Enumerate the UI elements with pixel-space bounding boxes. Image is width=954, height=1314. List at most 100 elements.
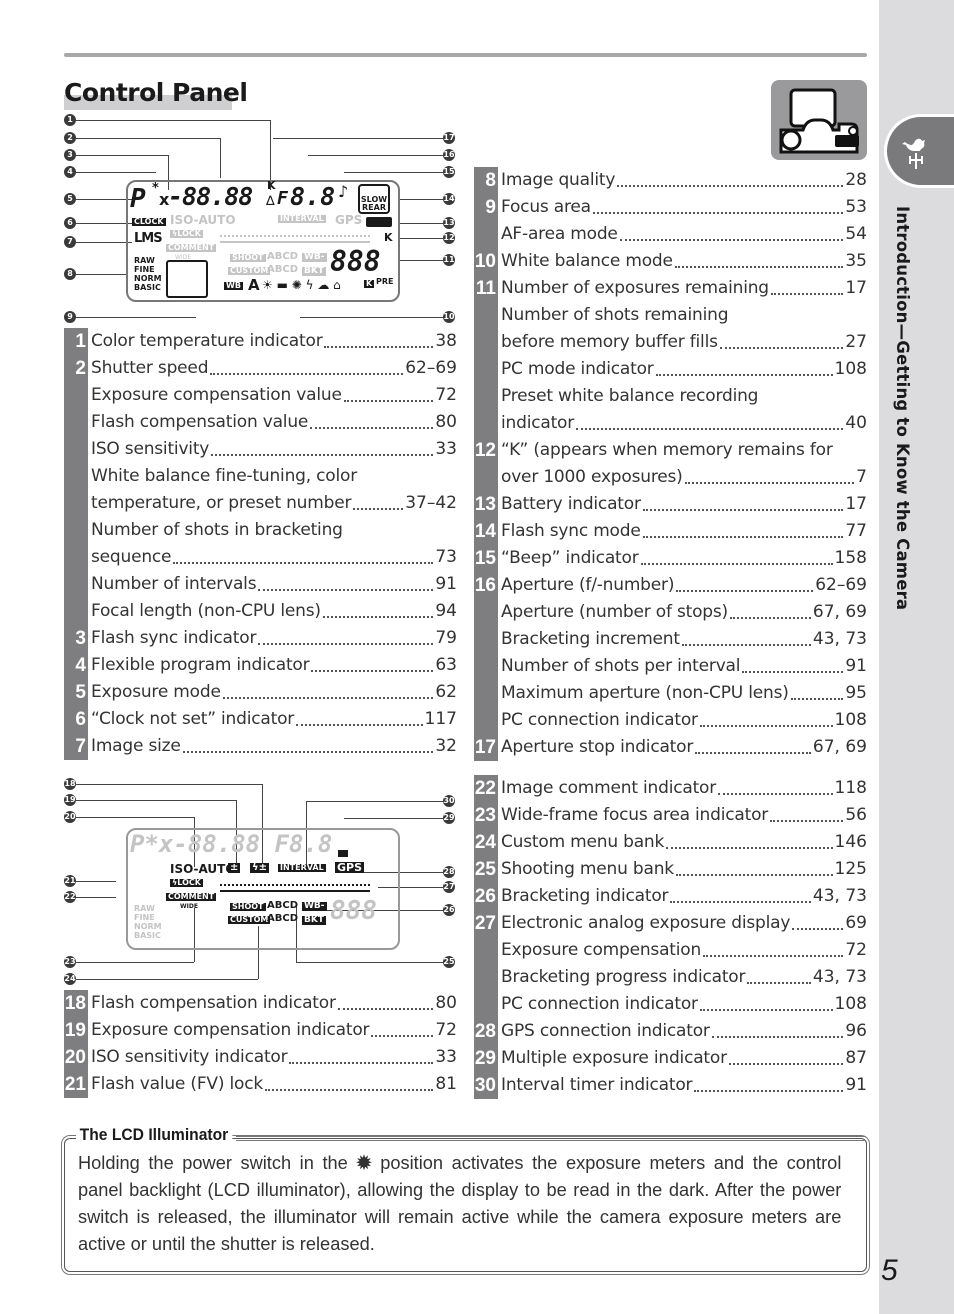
item-number: 8 [474,167,498,194]
leader-line [76,223,132,224]
section-badge [884,114,954,188]
callout-3: 3 [64,149,76,161]
leader-dots [617,185,844,187]
item-number: 19 [64,1017,88,1044]
interval: INTERVAL [278,214,326,223]
flash-comp-indicator: ϟ± [250,862,269,873]
item-number [474,937,498,964]
iso-auto: ISO-AUTO [170,213,236,227]
leader-line [220,138,221,178]
analog-exposure-display [220,235,370,243]
page-ref: 96 [845,1021,867,1041]
page-ref: 94 [435,601,457,621]
callout-11: 11 [443,254,455,266]
item-number [474,599,498,626]
item-number [64,490,88,517]
page-ref: 72 [435,1020,457,1040]
item-label: Flash sync mode [501,521,641,541]
leader-dots [264,1089,434,1091]
item-number: 2 [64,355,88,382]
page-ref: 62 [435,682,457,702]
entries-left-top: 1 Color temperature indicator 38 2 Shutter … [64,328,457,760]
list-item: temperature, or preset number 37–42 [64,490,457,517]
leader-dots [210,373,404,375]
custom-bank-letters: ABCD [267,264,299,275]
note-body: Holding the power switch in the ✹ positi… [78,1149,841,1257]
analog-exposure-display-active [220,884,370,892]
beep-icon: ♪ [338,182,349,201]
item-number [474,653,498,680]
page-ref: 95 [845,683,867,703]
page-ref: 27 [845,332,867,352]
item-number: 21 [64,1071,88,1098]
color-temp-k: K [267,179,276,192]
item-label: Exposure compensation indicator [91,1020,370,1040]
leader-dots [642,509,844,511]
item-label: White balance mode [501,251,673,271]
page-number: 5 [881,1254,898,1287]
page-ref: 35 [845,251,867,271]
item-number: 1 [64,328,88,355]
page-ref: 108 [834,994,867,1014]
callout-18: 18 [64,778,76,790]
list-item: 4 Flexible program indicator 63 [64,652,457,679]
item-number [64,409,88,436]
image-quality: RAW FINE NORM BASIC [134,256,162,292]
page-ref: 33 [435,1047,457,1067]
item-label: Flash compensation value [91,412,309,432]
callout-30: 30 [443,795,455,807]
item-label: Shooting menu bank [501,859,674,879]
exposure-comp-indicator: ± [228,862,241,873]
page-ref: 62–69 [405,358,457,378]
item-label: Custom menu bank [501,832,665,852]
page-ref: 77 [845,521,867,541]
page-ref: 62–69 [815,575,867,595]
item-number: 3 [64,625,88,652]
leader-dots [642,536,844,538]
item-number: 12 [474,437,498,464]
item-label: Wide-frame focus area indicator [501,805,769,825]
item-number [64,382,88,409]
item-label: “Beep” indicator [501,548,639,568]
list-item: Flash compensation value 80 [64,409,457,436]
control-panel-diagram-top: 1 2 3 4 5 6 7 8 9 17 16 15 14 13 12 11 1… [60,110,460,325]
leader-line [398,260,443,261]
item-number: 27 [474,910,498,937]
list-item: 27 Electronic analog exposure display 69 [474,910,867,937]
page-ref: 53 [845,197,867,217]
page-ref: 81 [435,1074,457,1094]
item-label: Shutter speed [91,358,209,378]
callout-1: 1 [64,114,76,126]
leader-dots [675,874,833,876]
top-rule [64,53,867,57]
list-item: 29 Multiple exposure indicator 87 [474,1045,867,1072]
leader-dots [681,644,811,646]
page-ref: 67, 69 [812,602,867,622]
list-item: 25 Shooting menu bank 125 [474,856,867,883]
f-label: F [277,188,288,209]
wb-k-box: K [364,279,375,288]
leader-line [398,223,443,224]
item-number: 28 [474,1018,498,1045]
lcd-dim-main: P*x-88.88 F8.8 [130,830,333,858]
list-item: Focal length (non-CPU lens) 94 [64,598,457,625]
page-ref: 37–42 [405,493,457,513]
page-ref: 80 [435,993,457,1013]
page-ref: 118 [834,778,867,798]
shoot-bank: SHOOT [230,253,266,262]
list-item: PC mode indicator 108 [474,356,867,383]
list-item: Exposure compensation value 72 [64,382,457,409]
page-ref: 146 [834,832,867,852]
callout-5: 5 [64,193,76,205]
leader-line [76,274,126,275]
fv-lock-indicator: ϟLOCK [170,878,203,887]
image-size: LMS [134,231,163,246]
lcd-illuminator-icon: ✹ [356,1152,372,1173]
leader-dots [592,212,844,214]
page-ref: 125 [834,859,867,879]
item-label: Number of shots per interval [501,656,741,676]
leader-dots [353,508,404,510]
leader-dots [742,671,844,673]
list-item: indicator 40 [474,410,867,437]
item-label: Focal length (non-CPU lens) [91,601,321,621]
